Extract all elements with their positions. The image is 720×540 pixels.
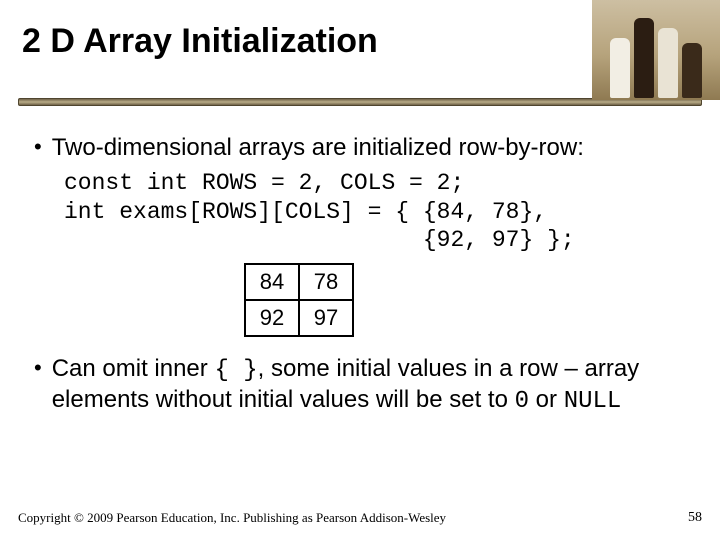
header: 2 D Array Initialization <box>0 0 720 96</box>
chess-piece-icon <box>658 28 678 98</box>
code-line-3: {92, 97} }; <box>64 227 575 253</box>
code-line-1: const int ROWS = 2, COLS = 2; <box>64 170 464 196</box>
bullet-dot-icon: • <box>34 134 42 163</box>
cell-r1c0: 92 <box>245 300 299 336</box>
chess-piece-icon <box>634 18 654 98</box>
chess-piece-icon <box>682 43 702 98</box>
content-area: • Two-dimensional arrays are initialized… <box>0 106 720 417</box>
code-line-2: int exams[ROWS][COLS] = { {84, 78}, <box>64 199 547 225</box>
slide: 2 D Array Initialization • Two-dimension… <box>0 0 720 540</box>
table-row: 84 78 <box>245 264 353 300</box>
footer: Copyright © 2009 Pearson Education, Inc.… <box>18 510 702 526</box>
chess-piece-icon <box>610 38 630 98</box>
table-row: 92 97 <box>245 300 353 336</box>
cell-r0c1: 78 <box>299 264 353 300</box>
inline-code-null: NULL <box>564 388 622 415</box>
bullet-2-or: or <box>529 386 564 413</box>
bullet-2-pre: Can omit inner <box>52 355 215 382</box>
bullet-dot-icon: • <box>34 355 42 417</box>
copyright: Copyright © 2009 Pearson Education, Inc.… <box>18 510 446 526</box>
inline-code-braces: { } <box>214 357 257 384</box>
bullet-2: • Can omit inner { }, some initial value… <box>34 355 692 417</box>
page-number: 58 <box>688 510 702 526</box>
bullet-1-text: Two-dimensional arrays are initialized r… <box>52 134 692 163</box>
cell-r1c1: 97 <box>299 300 353 336</box>
cell-r0c0: 84 <box>245 264 299 300</box>
inline-code-zero: 0 <box>515 388 529 415</box>
array-table: 84 78 92 97 <box>244 263 354 337</box>
bullet-1: • Two-dimensional arrays are initialized… <box>34 134 692 163</box>
bullet-2-text: Can omit inner { }, some initial values … <box>52 355 692 417</box>
code-block: const int ROWS = 2, COLS = 2; int exams[… <box>64 169 692 255</box>
chess-decoration <box>592 0 720 100</box>
